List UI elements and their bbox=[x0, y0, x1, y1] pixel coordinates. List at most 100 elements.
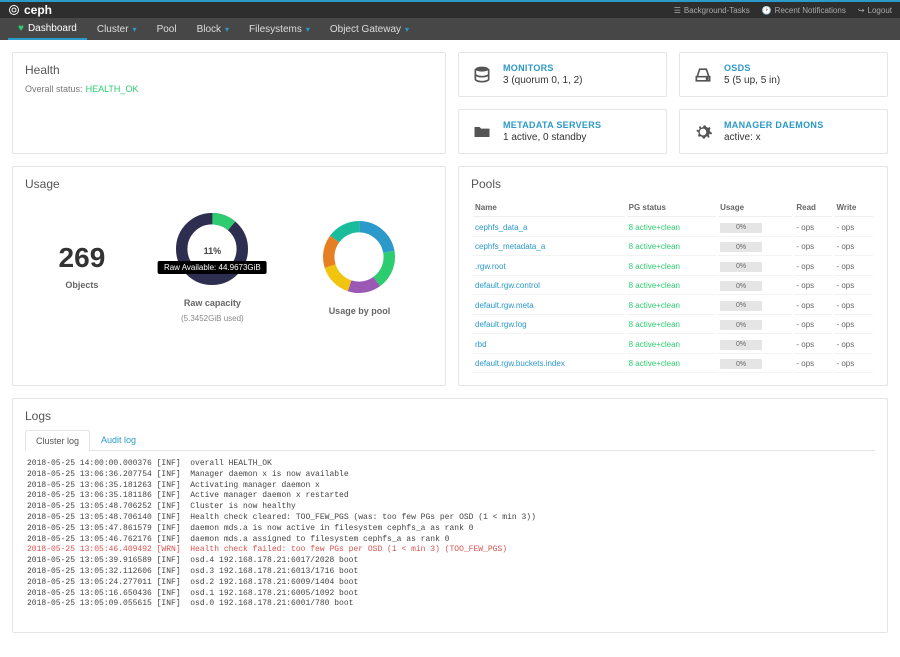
tile-monitors-value: 3 (quorum 0, 1, 2) bbox=[503, 75, 582, 86]
th-usage[interactable]: Usage bbox=[718, 199, 792, 217]
pools-card: Pools Name PG status Usage Read Write ce… bbox=[458, 166, 888, 386]
topbar: ceph ☰ Background-Tasks 🕑 Recent Notific… bbox=[0, 0, 900, 18]
nav-label: Pool bbox=[157, 24, 177, 35]
pool-read: - ops bbox=[794, 219, 832, 237]
logs-card: Logs Cluster log Audit log 2018-05-25 14… bbox=[12, 398, 888, 633]
chevron-down-icon: ▾ bbox=[133, 25, 137, 34]
nav-cluster[interactable]: Cluster ▾ bbox=[87, 18, 147, 40]
tile-osds[interactable]: OSDS5 (5 up, 5 in) bbox=[679, 52, 888, 97]
tile-mds-value: 1 active, 0 standby bbox=[503, 132, 601, 143]
pool-write: - ops bbox=[834, 317, 873, 335]
brand[interactable]: ceph bbox=[8, 3, 52, 17]
pool-read: - ops bbox=[794, 258, 832, 276]
pool-write: - ops bbox=[834, 297, 873, 315]
th-pg[interactable]: PG status bbox=[627, 199, 716, 217]
log-output: 2018-05-25 14:00:00.000376 [INF] overall… bbox=[25, 451, 875, 618]
raw-pct: 11% bbox=[204, 246, 222, 256]
notifications-link[interactable]: 🕑 Recent Notifications bbox=[762, 6, 846, 15]
pool-name: cephfs_metadata_a bbox=[473, 239, 625, 257]
pool-read: - ops bbox=[794, 239, 832, 257]
pool-pg: 8 active+clean bbox=[627, 239, 716, 257]
nav-label: Block bbox=[197, 24, 221, 35]
th-read[interactable]: Read bbox=[794, 199, 832, 217]
table-row[interactable]: cephfs_data_a8 active+clean0%- ops- ops bbox=[473, 219, 873, 237]
pool-pg: 8 active+clean bbox=[627, 219, 716, 237]
pool-usage: 0% bbox=[718, 336, 792, 354]
pool-read: - ops bbox=[794, 336, 832, 354]
usage-by-pool-donut bbox=[319, 217, 399, 300]
pools-title: Pools bbox=[471, 177, 875, 191]
tile-mgr-label: MANAGER DAEMONS bbox=[724, 120, 824, 130]
tile-monitors[interactable]: MONITORS 3 (quorum 0, 1, 2) bbox=[458, 52, 667, 97]
logs-title: Logs bbox=[25, 409, 875, 423]
nav-block[interactable]: Block ▾ bbox=[187, 18, 239, 40]
pool-write: - ops bbox=[834, 219, 873, 237]
th-write[interactable]: Write bbox=[834, 199, 873, 217]
th-name[interactable]: Name bbox=[473, 199, 625, 217]
pool-name: rbd bbox=[473, 336, 625, 354]
pool-read: - ops bbox=[794, 278, 832, 296]
pool-write: - ops bbox=[834, 356, 873, 374]
tile-osds-value: 5 (5 up, 5 in) bbox=[724, 75, 780, 86]
pool-usage: 0% bbox=[718, 219, 792, 237]
health-title: Health bbox=[25, 63, 433, 77]
table-row[interactable]: .rgw.root8 active+clean0%- ops- ops bbox=[473, 258, 873, 276]
tile-mgr[interactable]: MANAGER DAEMONSactive: x bbox=[679, 109, 888, 154]
bg-tasks-label: Background-Tasks bbox=[684, 6, 750, 15]
pool-usage: 0% bbox=[718, 356, 792, 374]
pool-write: - ops bbox=[834, 239, 873, 257]
nav-label: Filesystems bbox=[249, 24, 302, 35]
pool-name: default.rgw.meta bbox=[473, 297, 625, 315]
table-row[interactable]: rbd8 active+clean0%- ops- ops bbox=[473, 336, 873, 354]
hdd-icon bbox=[692, 64, 714, 86]
pool-name: default.rgw.log bbox=[473, 317, 625, 335]
tab-audit-log[interactable]: Audit log bbox=[90, 429, 147, 450]
nav-label: Object Gateway bbox=[330, 24, 401, 35]
navbar: ♥DashboardCluster ▾PoolBlock ▾Filesystem… bbox=[0, 18, 900, 40]
tile-mds[interactable]: METADATA SERVERS 1 active, 0 standby bbox=[458, 109, 667, 154]
nav-label: Cluster bbox=[97, 24, 129, 35]
chevron-down-icon: ▾ bbox=[306, 25, 310, 34]
pool-pg: 8 active+clean bbox=[627, 356, 716, 374]
overall-status-label: Overall status: bbox=[25, 84, 83, 94]
status-tiles: MONITORS 3 (quorum 0, 1, 2) OSDS5 (5 up, … bbox=[458, 52, 888, 154]
table-row[interactable]: default.rgw.meta8 active+clean0%- ops- o… bbox=[473, 297, 873, 315]
pool-read: - ops bbox=[794, 317, 832, 335]
pool-pg: 8 active+clean bbox=[627, 297, 716, 315]
nav-label: Dashboard bbox=[28, 23, 77, 34]
nav-dashboard[interactable]: ♥Dashboard bbox=[8, 18, 87, 40]
table-row[interactable]: default.rgw.log8 active+clean0%- ops- op… bbox=[473, 317, 873, 335]
pool-pg: 8 active+clean bbox=[627, 258, 716, 276]
pool-label: Usage by pool bbox=[329, 306, 391, 316]
raw-sub: (5.3452GiB used) bbox=[181, 314, 244, 323]
logout-link[interactable]: ↪ Logout bbox=[858, 6, 892, 15]
pool-usage: 0% bbox=[718, 317, 792, 335]
raw-capacity-donut: 11% Raw Available: 44.9673GiB bbox=[172, 209, 252, 292]
pool-write: - ops bbox=[834, 278, 873, 296]
tile-mds-label: METADATA SERVERS bbox=[503, 120, 601, 130]
gear-icon bbox=[692, 121, 714, 143]
tile-monitors-label: MONITORS bbox=[503, 63, 582, 73]
health-card: Health Overall status: HEALTH_OK bbox=[12, 52, 446, 154]
notifications-label: Recent Notifications bbox=[775, 6, 846, 15]
pool-name: default.rgw.buckets.index bbox=[473, 356, 625, 374]
brand-text: ceph bbox=[24, 3, 52, 17]
database-icon bbox=[471, 64, 493, 86]
overall-status-value: HEALTH_OK bbox=[86, 84, 139, 94]
table-row[interactable]: default.rgw.control8 active+clean0%- ops… bbox=[473, 278, 873, 296]
tab-cluster-log[interactable]: Cluster log bbox=[25, 430, 90, 451]
pool-name: default.rgw.control bbox=[473, 278, 625, 296]
usage-card: Usage 269 Objects 11% Raw Ava bbox=[12, 166, 446, 386]
bg-tasks-link[interactable]: ☰ Background-Tasks bbox=[674, 6, 750, 15]
nav-pool[interactable]: Pool bbox=[147, 18, 187, 40]
pool-write: - ops bbox=[834, 258, 873, 276]
pool-read: - ops bbox=[794, 356, 832, 374]
chevron-down-icon: ▾ bbox=[405, 25, 409, 34]
nav-filesystems[interactable]: Filesystems ▾ bbox=[239, 18, 320, 40]
raw-tooltip: Raw Available: 44.9673GiB bbox=[158, 261, 267, 274]
pool-usage: 0% bbox=[718, 297, 792, 315]
folder-icon bbox=[471, 121, 493, 143]
table-row[interactable]: default.rgw.buckets.index8 active+clean0… bbox=[473, 356, 873, 374]
table-row[interactable]: cephfs_metadata_a8 active+clean0%- ops- … bbox=[473, 239, 873, 257]
nav-object-gateway[interactable]: Object Gateway ▾ bbox=[320, 18, 419, 40]
